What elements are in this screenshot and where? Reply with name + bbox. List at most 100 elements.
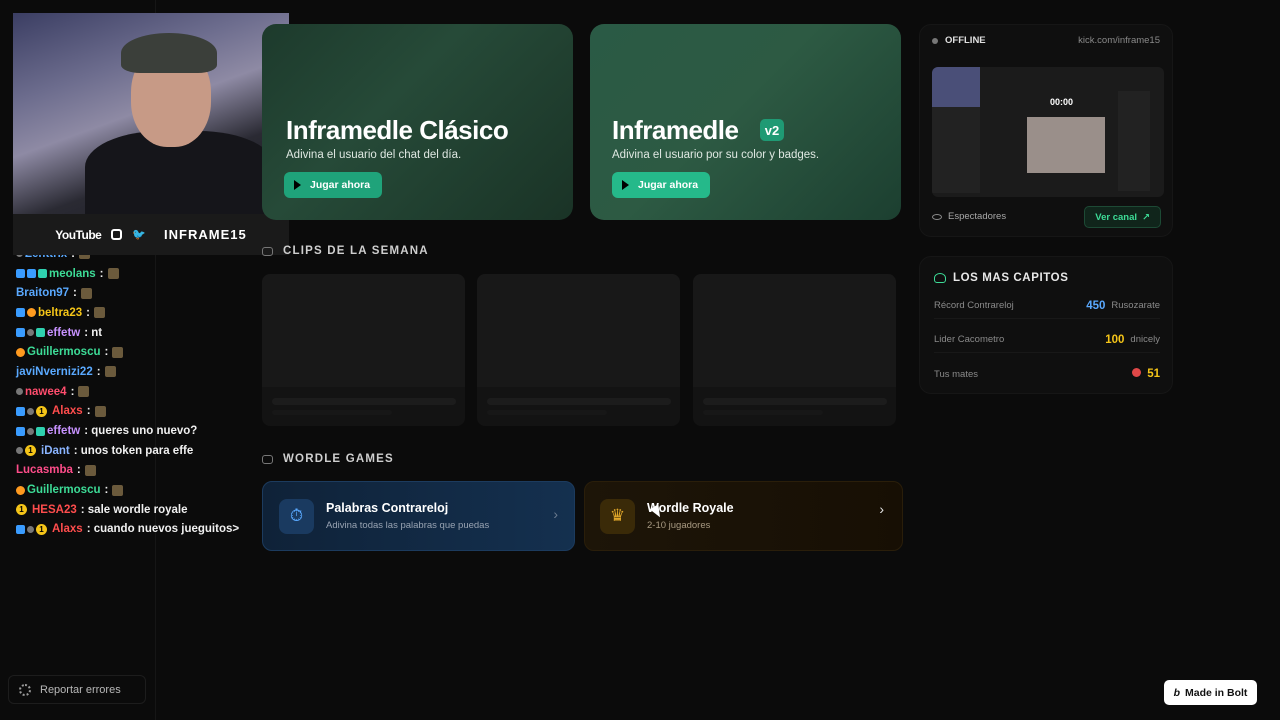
inframedle-v2-card[interactable]: Inframedle v2 Adivina el usuario por su … [590,24,901,220]
game-palabras-contrareloj[interactable]: ⏱ Palabras Contrareloj Adivina todas las… [262,481,575,551]
live-status: OFFLINE [932,35,986,46]
emote-icon [78,386,90,398]
stat-holder: dnicely [1130,334,1160,345]
game-subtitle: Adivina todas las palabras que puedas [326,520,490,531]
emote-icon [112,484,124,496]
emote-icon [94,405,106,417]
clip-card-placeholder [477,274,680,426]
chat-username: Guillermoscu [27,484,101,497]
clip-card-placeholder [693,274,896,426]
leaderboard-panel: LOS MAS CAPITOS Récord Contrareloj 450 R… [919,256,1173,394]
stat-label: Tus mates [934,368,978,380]
chat-line: 1 Alaxs: cuando nuevos jueguitos> [16,520,276,540]
youtube-logo: YouTube [55,227,102,242]
chat-username: Alaxs [52,405,83,418]
clips-icon [262,246,273,256]
stat-row: Tus mates 51 [934,361,1160,387]
live-status-panel: OFFLINE kick.com/inframe15 00:00 Especta… [919,24,1173,237]
streamer-handle: INFRAME15 [164,227,247,242]
stat-holder: Rusozarate [1111,300,1160,311]
emote-icon [93,307,105,319]
chat-line: Guillermoscu: [16,480,276,500]
stream-timer: 00:00 [1050,97,1074,107]
bolt-icon: b [1173,686,1180,699]
stat-value: 100 [1105,333,1125,346]
report-label: Reportar errores [40,683,121,696]
chat-username: iDant [41,444,70,457]
status-dot-icon [932,37,938,44]
play-icon [622,180,629,190]
channel-url[interactable]: kick.com/inframe15 [1078,35,1160,46]
stat-value: 450 [1086,299,1106,312]
crown-icon: ♛ [600,498,635,534]
classic-title: Inframedle Clásico [286,115,509,145]
chat-line: 1 Alaxs: [16,402,276,422]
view-channel-button[interactable]: Ver canal ↗ [1084,206,1161,228]
chat-line: javiNvernizi22: [16,362,276,382]
webcam-overlay: YouTube 🐦 INFRAME15 [13,13,289,255]
gamepad-icon [262,454,273,464]
inframedle-classic-card[interactable]: Inframedle Clásico Adivina el usuario de… [262,24,573,220]
twitter-icon: 🐦 [132,229,147,241]
webcam-video [13,13,289,221]
external-link-icon: ↗ [1142,211,1150,223]
chat-line: beltra23: [16,303,276,323]
chat-line: Lucasmba: [16,461,276,481]
emote-icon [112,346,124,358]
stat-row: Récord Contrareloj 450 Rusozarate [934,293,1160,319]
chat-line: Guillermoscu: [16,342,276,362]
v2-subtitle: Adivina el usuario por su color y badges… [612,149,820,161]
eye-icon [932,213,942,220]
stat-label: Lider Cacometro [934,334,1005,345]
chat-username: beltra23 [38,306,83,319]
viewers-count: Espectadores [932,211,1006,222]
chat-feed: Zenttrix: meolans: Braiton97: beltra23: … [16,244,276,539]
stat-value: 51 [1147,368,1160,380]
clips-section-header: CLIPS DE LA SEMANA [262,245,429,257]
play-icon [294,180,301,190]
apple-icon [1132,368,1142,377]
stopwatch-icon: ⏱ [279,498,314,534]
emote-icon [84,464,96,476]
v2-title: Inframedle [612,115,739,145]
chat-username: javiNvernizi22 [16,365,93,378]
stat-label: Récord Contrareloj [934,300,1014,311]
chat-username: meolans [49,267,96,280]
classic-subtitle: Adivina el usuario del chat del día. [286,149,462,161]
stat-row: Lider Cacometro 100 dnicely [934,327,1160,353]
emote-icon [104,366,116,378]
v2-badge: v2 [760,119,784,141]
game-wordle-royale[interactable]: ♛ Wordle Royale 2-10 jugadores › [584,481,903,551]
leaderboard-title: LOS MAS CAPITOS [934,272,1069,284]
emote-icon [107,268,119,280]
made-in-bolt-badge[interactable]: b Made in Bolt [1164,680,1257,705]
chat-line: effetw: nt [16,323,276,343]
chat-username: Guillermoscu [27,346,101,359]
chat-line: 1 iDant: unos token para effe [16,441,276,461]
classic-play-button[interactable]: Jugar ahora [284,172,383,198]
chat-username: HESA23 [32,503,77,516]
chat-username: Lucasmba [16,464,73,477]
users-icon [934,273,946,283]
v2-play-button[interactable]: Jugar ahora [612,172,711,198]
gear-icon [19,683,31,696]
chat-line: meolans: [16,264,276,284]
chat-line: 1 HESA23: sale wordle royale [16,500,276,520]
webcam-social-bar: YouTube 🐦 INFRAME15 [13,214,289,255]
chevron-right-icon: › [879,501,884,517]
stream-preview[interactable]: 00:00 [932,67,1164,197]
game-title: Palabras Contrareloj [326,501,449,515]
chat-username: effetw [47,326,81,339]
clip-card-placeholder [262,274,465,426]
report-errors-button[interactable]: Reportar errores [8,675,146,704]
chat-username: Alaxs [52,523,83,536]
game-subtitle: 2-10 jugadores [647,520,711,531]
chat-username: Braiton97 [16,287,70,300]
chat-username: effetw [47,425,81,438]
wordle-section-header: WORDLE GAMES [262,453,394,465]
chat-username: nawee4 [25,385,67,398]
emote-icon [80,287,92,299]
chevron-right-icon: › [553,506,558,522]
instagram-icon [111,229,123,240]
chat-line: effetw: queres uno nuevo? [16,421,276,441]
